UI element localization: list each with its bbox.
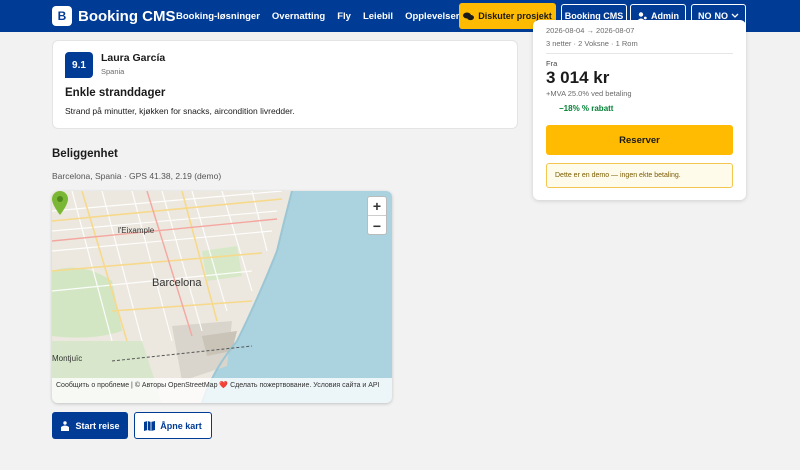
discount-badge: −18% % rabatt	[559, 104, 614, 113]
map-attribution: Сообщить о проблеме | © Авторы OpenStree…	[52, 378, 392, 403]
nav-item-accommodation[interactable]: Overnatting	[272, 11, 325, 22]
chevron-down-icon	[731, 13, 739, 18]
vat-note: +MVA 25.0% ved betaling	[546, 89, 632, 98]
demo-notice: Dette er en demo — ingen ekte betaling.	[546, 163, 733, 188]
map-label-barcelona: Barcelona	[152, 277, 202, 289]
booking-summary-panel: 2026-08-04 → 2026-08-07 3 netter · 2 Vok…	[533, 20, 746, 200]
panel-divider	[546, 53, 733, 54]
location-subtitle: Barcelona, Spania · GPS 41.38, 2.19 (dem…	[52, 171, 222, 181]
nav-item-flights[interactable]: Fly	[337, 11, 351, 22]
review-title: Enkle stranddager	[65, 87, 166, 99]
traveler-icon	[61, 420, 70, 431]
map-tiles	[52, 191, 392, 403]
reserve-button[interactable]: Reserver	[546, 125, 733, 155]
price-value: 3 014 kr	[546, 68, 610, 87]
price-from-label: Fra	[546, 59, 558, 68]
map-zoom-controls: + −	[367, 196, 387, 235]
reviewer-country: Spania	[101, 67, 125, 76]
logo-icon: B	[52, 6, 72, 26]
map-label-eixample: l'Eixample	[118, 226, 155, 235]
open-map-label: Åpne kart	[160, 420, 202, 431]
open-map-button[interactable]: Åpne kart	[134, 412, 212, 439]
logo-text: Booking CMS	[78, 7, 176, 25]
review-score-badge: 9.1	[65, 52, 93, 78]
map-label-montjuic: Montjuïc	[52, 354, 83, 363]
start-trip-button[interactable]: Start reise	[52, 412, 128, 439]
location-map[interactable]: l'Eixample Barcelona Montjuïc + − Сообщи…	[52, 191, 392, 403]
map-icon	[144, 420, 156, 431]
nav-item-booking-solutions[interactable]: Booking-løsninger	[176, 11, 260, 22]
zoom-out-button[interactable]: −	[368, 216, 386, 235]
reviewer-name: Laura García	[101, 52, 166, 64]
review-card: 9.1 Laura García Spania Enkle stranddage…	[52, 40, 518, 129]
location-heading: Beliggenhet	[52, 148, 118, 160]
logo[interactable]: B Booking CMS	[52, 6, 176, 26]
booking-guests-info: 3 netter · 2 Voksne · 1 Rom	[546, 39, 638, 48]
nav-item-car-rental[interactable]: Leiebil	[363, 11, 393, 22]
zoom-in-button[interactable]: +	[368, 197, 386, 216]
review-text: Strand på minutter, kjøkken for snacks, …	[65, 106, 295, 116]
map-pin-icon[interactable]	[52, 191, 68, 215]
main-nav: Booking-løsninger Overnatting Fly Leiebi…	[176, 0, 471, 32]
booking-dates: 2026-08-04 → 2026-08-07	[546, 26, 635, 35]
chat-bubbles-icon	[463, 12, 475, 20]
nav-item-experiences[interactable]: Opplevelser	[405, 11, 459, 22]
start-trip-label: Start reise	[75, 420, 120, 431]
